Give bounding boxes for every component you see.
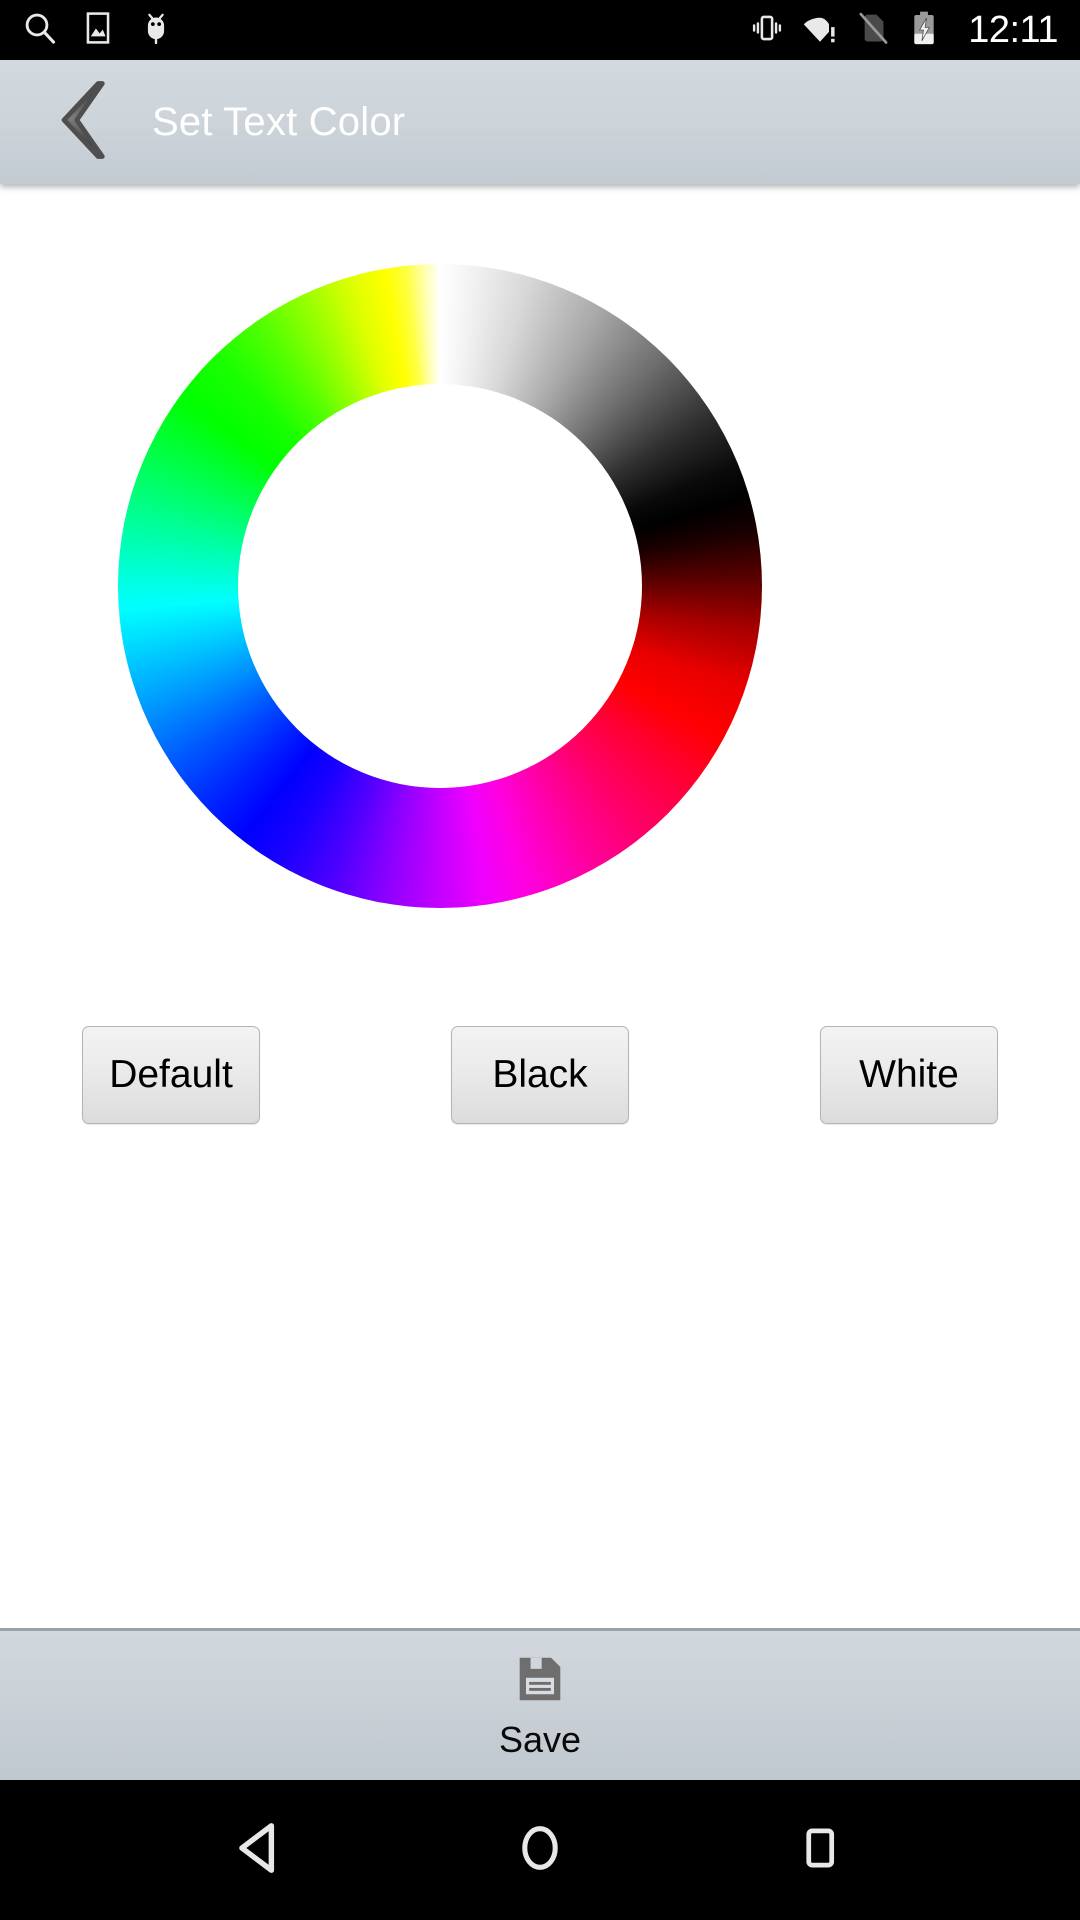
battery-charging-icon [908, 11, 940, 50]
action-bar: Set Text Color [0, 60, 1080, 184]
white-color-button[interactable]: White [820, 1026, 998, 1124]
save-button-label: Save [498, 1719, 582, 1760]
save-button[interactable]: Save [459, 1646, 621, 1765]
default-color-button[interactable]: Default [82, 1026, 260, 1124]
floppy-disk-save-icon [511, 1650, 569, 1713]
square-recents-icon [793, 1821, 847, 1880]
status-bar-left-icons [22, 10, 174, 51]
preset-color-buttons: Default Black White [0, 1026, 1080, 1124]
no-sim-icon [856, 11, 890, 50]
black-color-button[interactable]: Black [451, 1026, 629, 1124]
bottom-action-bar: Save [0, 1628, 1080, 1780]
triangle-back-icon [229, 1817, 291, 1884]
nav-recents-button[interactable] [760, 1800, 880, 1900]
app-screen: 12:11 Set Text Color Default Black White… [0, 0, 1080, 1920]
nav-back-button[interactable] [200, 1800, 320, 1900]
nav-home-button[interactable] [480, 1800, 600, 1900]
vibrate-icon [750, 11, 784, 50]
color-wheel-picker[interactable] [118, 264, 762, 908]
status-bar-right-icons: 12:11 [750, 10, 1058, 51]
search-icon [22, 10, 58, 51]
wifi-warning-icon [802, 10, 838, 51]
page-title: Set Text Color [152, 99, 406, 144]
status-bar-clock: 12:11 [968, 9, 1058, 51]
color-wheel-center-hole [238, 384, 642, 788]
android-navigation-bar [0, 1780, 1080, 1920]
circle-home-icon [511, 1819, 569, 1882]
status-bar: 12:11 [0, 0, 1080, 60]
back-chevron-icon [54, 78, 116, 167]
back-button[interactable] [48, 79, 122, 165]
main-content: Default Black White [0, 184, 1080, 1628]
android-debug-icon [138, 10, 174, 51]
image-icon [80, 10, 116, 51]
